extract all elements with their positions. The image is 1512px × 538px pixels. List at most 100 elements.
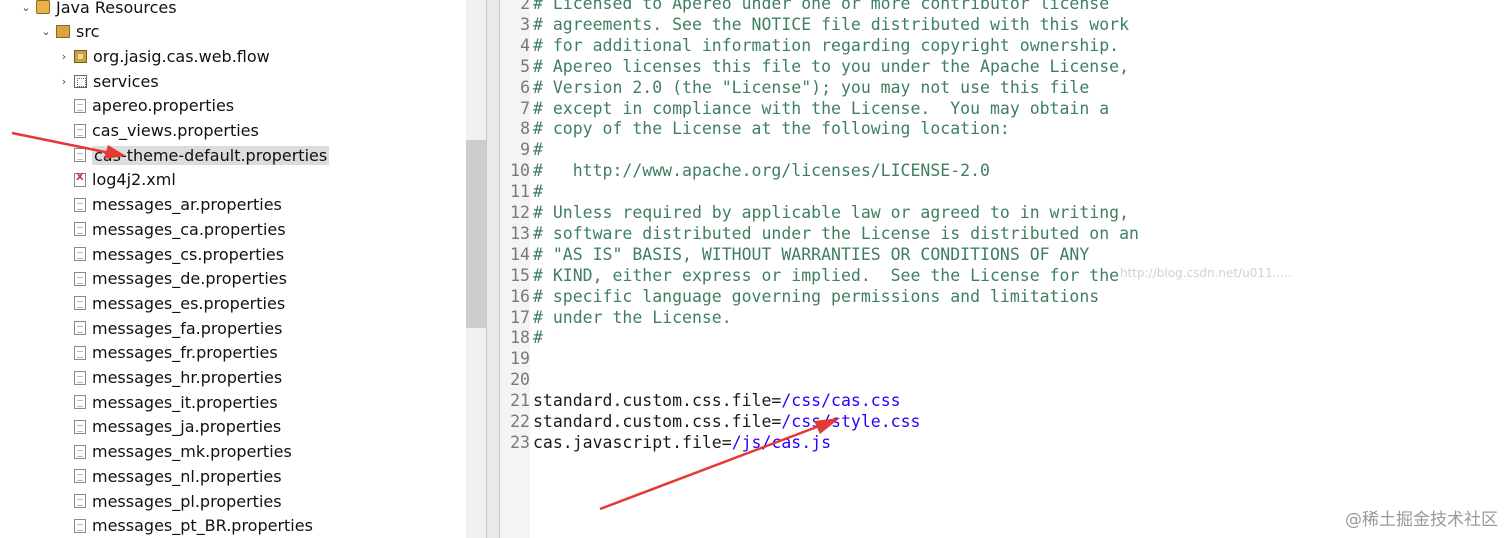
tree-item-label: messages_hr.properties	[92, 368, 283, 387]
tree-item[interactable]: messages_mk.properties	[58, 440, 292, 464]
comment-text: # Unless required by applicable law or a…	[533, 203, 1130, 222]
code-line[interactable]: 16 # specific language governing permissi…	[500, 286, 1500, 307]
properties-file-icon	[74, 271, 86, 286]
pane-splitter[interactable]	[486, 0, 500, 538]
property-key: standard.custom.css.file=	[533, 412, 782, 431]
line-number: 6	[520, 77, 530, 97]
tree-item-label: org.jasig.cas.web.flow	[93, 46, 270, 66]
tree-item[interactable]: log4j2.xml	[58, 168, 176, 192]
collapse-chevron-icon[interactable]: ›	[58, 50, 70, 63]
tree-item[interactable]: cas-theme-default.properties	[58, 143, 330, 167]
tree-item[interactable]: messages_hr.properties	[58, 366, 282, 390]
tree-item-label: apereo.properties	[92, 96, 235, 116]
code-line[interactable]: 23 cas.javascript.file=/js/cas.js	[500, 432, 1500, 453]
tree-item-label: messages_pt_BR.properties	[92, 516, 313, 536]
code-line[interactable]: 20	[500, 369, 1500, 390]
tree-item-label: log4j2.xml	[92, 170, 176, 190]
code-line[interactable]: 7 # except in compliance with the License…	[500, 98, 1500, 119]
code-line[interactable]: 8 # copy of the License at the following …	[500, 118, 1500, 139]
comment-text: # "AS IS" BASIS, WITHOUT WARRANTIES OR C…	[533, 244, 1090, 264]
code-line[interactable]: 17 # under the License.	[500, 307, 1500, 328]
property-value: /js/cas.js	[731, 432, 832, 452]
tree-item[interactable]: messages_pt_BR.properties	[58, 514, 313, 538]
code-line[interactable]: 4 # for additional information regarding …	[500, 35, 1500, 56]
code-line[interactable]: 14 # "AS IS" BASIS, WITHOUT WARRANTIES OR…	[500, 244, 1500, 265]
line-number: 5	[520, 56, 530, 76]
comment-text: # specific language governing permission…	[533, 286, 1100, 306]
line-number: 23	[510, 432, 530, 452]
code-line[interactable]: 19	[500, 348, 1500, 369]
explorer-scrollbar[interactable]	[466, 0, 486, 538]
tree-item-label: messages_pl.properties	[92, 491, 282, 511]
line-number: 22	[510, 412, 530, 431]
tree-item-label: services	[93, 71, 159, 91]
property-line: standard.custom.css.file=/css/cas.css	[533, 390, 901, 411]
code-line[interactable]: 5 # Apereo licenses this file to you unde…	[500, 56, 1500, 77]
tree-item[interactable]: ⌄ Java Resources	[20, 0, 177, 19]
tree-item[interactable]: messages_it.properties	[58, 390, 278, 414]
comment-text: # agreements. See the NOTICE file distri…	[533, 14, 1130, 34]
code-editor[interactable]: http://blog.csdn.net/u011..... 2 # Licens…	[500, 0, 1512, 538]
tree-item[interactable]: › org.jasig.cas.web.flow	[58, 44, 270, 68]
tree-item[interactable]: messages_de.properties	[58, 267, 287, 291]
tree-item-label: messages_fr.properties	[92, 343, 278, 363]
line-number: 10	[510, 161, 530, 181]
code-line[interactable]: 12 # Unless required by applicable law or…	[500, 202, 1500, 223]
code-line[interactable]: 22 standard.custom.css.file=/css/style.cs…	[500, 411, 1500, 432]
comment-text: # Version 2.0 (the "License"); you may n…	[533, 77, 1090, 97]
tree-item-label: messages_es.properties	[92, 293, 286, 313]
line-number: 13	[510, 223, 530, 243]
tree-item[interactable]: messages_ca.properties	[58, 217, 286, 241]
line-number: 7	[520, 98, 530, 118]
code-line[interactable]: 3 # agreements. See the NOTICE file distr…	[500, 14, 1500, 35]
properties-file-icon	[74, 197, 86, 212]
properties-file-icon	[74, 148, 86, 163]
comment-text: # KIND, either express or implied. See t…	[533, 265, 1120, 285]
tree-item-label: messages_mk.properties	[92, 442, 292, 462]
tree-item[interactable]: apereo.properties	[58, 94, 234, 118]
line-number: 20	[510, 370, 530, 390]
properties-file-icon	[74, 494, 86, 508]
code-line[interactable]: 10 # http://www.apache.org/licenses/LICEN…	[500, 160, 1500, 181]
code-line[interactable]: 6 # Version 2.0 (the "License"); you may …	[500, 77, 1500, 98]
comment-text: #	[533, 140, 543, 160]
tree-item-label: cas-theme-default.properties	[92, 145, 330, 165]
project-explorer: ⌄ Java Resources ⌄ src › org.jasig.cas.web.fl…	[0, 0, 466, 538]
property-value: /css/style.css	[781, 412, 921, 431]
tree-item[interactable]: messages_cs.properties	[58, 242, 284, 266]
code-line[interactable]: 11 #	[500, 181, 1500, 202]
property-line: standard.custom.css.file=/css/style.css	[533, 411, 920, 432]
tree-item[interactable]: messages_nl.properties	[58, 464, 282, 488]
properties-file-icon	[74, 395, 86, 410]
tree-item[interactable]: messages_fa.properties	[58, 316, 282, 340]
tree-item[interactable]: messages_ar.properties	[58, 193, 282, 217]
xml-file-icon	[74, 172, 86, 187]
property-key: cas.javascript.file=	[533, 432, 732, 452]
tree-item[interactable]: messages_es.properties	[58, 291, 285, 315]
explorer-scrollbar-thumb[interactable]	[466, 140, 486, 328]
code-line[interactable]: 13 # software distributed under the Licen…	[500, 223, 1500, 244]
tree-item[interactable]: messages_ja.properties	[58, 415, 281, 439]
code-line[interactable]: 9 #	[500, 139, 1500, 160]
expand-chevron-icon[interactable]: ⌄	[20, 1, 32, 14]
line-number: 17	[510, 307, 530, 327]
code-line[interactable]: 21 standard.custom.css.file=/css/cas.css	[500, 390, 1500, 411]
tree-item[interactable]: messages_pl.properties	[58, 489, 282, 513]
expand-chevron-icon[interactable]: ⌄	[40, 25, 52, 38]
tree-item[interactable]: ⌄ src	[40, 20, 99, 44]
comment-text: # except in compliance with the License.…	[533, 98, 1110, 118]
site-watermark: @稀土掘金技术社区	[1345, 510, 1498, 530]
line-number: 11	[510, 182, 530, 202]
line-number: 12	[510, 203, 530, 222]
tree-item[interactable]: cas_views.properties	[58, 119, 259, 143]
tree-item-label: messages_it.properties	[92, 392, 278, 412]
properties-file-icon	[74, 222, 86, 237]
code-line[interactable]: 2 # Licensed to Apereo under one or more …	[500, 0, 1500, 14]
code-line[interactable]: 18 #	[500, 327, 1500, 348]
code-line[interactable]: 15 # KIND, either express or implied. See…	[500, 265, 1500, 286]
line-number: 14	[510, 244, 530, 264]
collapse-chevron-icon[interactable]: ›	[58, 75, 70, 88]
tree-item[interactable]: messages_fr.properties	[58, 341, 278, 365]
properties-file-icon	[74, 123, 86, 138]
tree-item[interactable]: › services	[58, 69, 159, 93]
